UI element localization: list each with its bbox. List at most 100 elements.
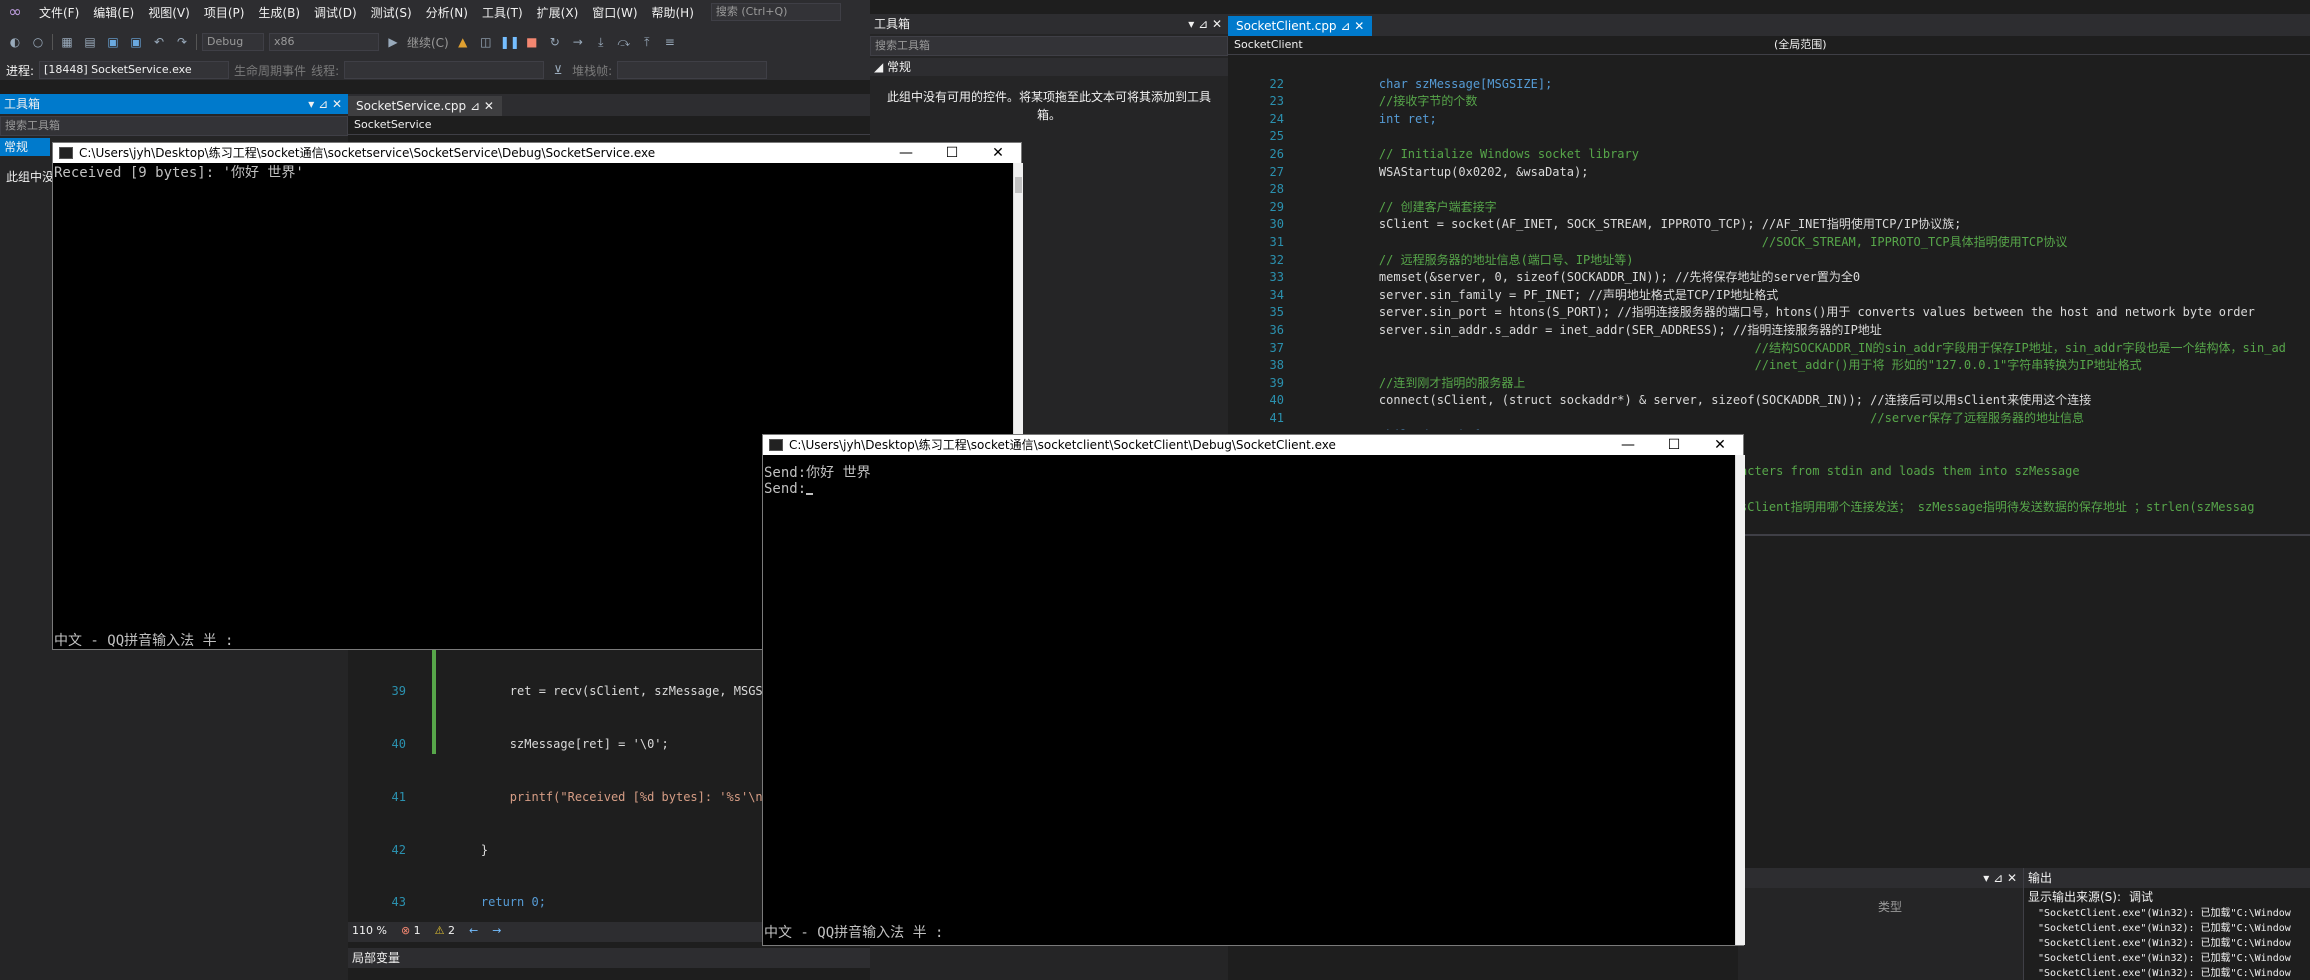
menu-debug[interactable]: 调试(D) <box>307 4 364 21</box>
client-code-area[interactable]: 22 char szMessage[MSGSIZE]; 23 //接收字节的个数 2… <box>1228 58 2310 430</box>
menu-window[interactable]: 窗口(W) <box>585 4 644 21</box>
undo-icon[interactable]: ↶ <box>150 34 168 50</box>
right-toolbox-group[interactable]: ◢ 常规 <box>870 58 1228 76</box>
warning-count[interactable]: ⚠ 2 <box>435 922 455 942</box>
menu-build[interactable]: 生成(B) <box>251 4 307 21</box>
tab-socketservice-cpp[interactable]: SocketService.cpp ⊿ ✕ <box>348 96 502 116</box>
menu-file[interactable]: 文件(F) <box>32 4 86 21</box>
server-console-titlebar[interactable]: C:\Users\jyh\Desktop\练习工程\socket通信\socke… <box>53 143 1021 163</box>
minimize-icon[interactable]: — <box>883 143 929 163</box>
stack-frame-select[interactable] <box>617 61 768 79</box>
menu-tools[interactable]: 工具(T) <box>475 4 530 21</box>
menu-test[interactable]: 测试(S) <box>364 4 419 21</box>
step-out-icon[interactable]: ⤒ <box>638 34 656 50</box>
line-number: 39 <box>1269 375 1284 390</box>
save-icon[interactable]: ▣ <box>104 34 122 50</box>
menu-project[interactable]: 项目(P) <box>197 4 252 21</box>
hex-display-icon[interactable]: ≡ <box>661 34 679 50</box>
nav-back-icon[interactable]: ← <box>469 922 478 942</box>
error-list-controls[interactable]: ▾ ⊿ ✕ <box>1738 868 2023 888</box>
output-panel-title[interactable]: 输出 <box>2024 868 2310 888</box>
screenshot-icon[interactable]: ◫ <box>477 34 495 50</box>
output-source-row: 显示输出来源(S): 调试 <box>2024 888 2310 906</box>
close-tab-icon[interactable]: ⊿ ✕ <box>1340 19 1364 33</box>
maximize-icon[interactable]: ☐ <box>1651 435 1697 455</box>
server-nav-scope[interactable]: SocketService <box>348 116 870 135</box>
right-toolbox-search[interactable]: 搜索工具箱 <box>870 36 1228 56</box>
pause-icon[interactable]: ❚❚ <box>500 34 520 50</box>
stop-icon[interactable]: ■ <box>523 34 541 50</box>
client-console-scrollbar[interactable] <box>1735 455 1745 945</box>
scrollbar-thumb[interactable] <box>1015 177 1022 193</box>
code-text: WSAStartup(0x0202, &wsaData); <box>1350 164 1589 179</box>
close-tab-icon[interactable]: ⊿ ✕ <box>470 99 494 113</box>
right-toolbox-empty-text: 此组中没有可用的控件。将某项拖至此文本可将其添加到工具箱。 <box>886 90 1211 122</box>
menu-analyze[interactable]: 分析(N) <box>419 4 475 21</box>
menu-help[interactable]: 帮助(H) <box>645 4 701 21</box>
zoom-level[interactable]: 110 % <box>352 922 387 942</box>
back-icon[interactable]: ◐ <box>6 34 24 50</box>
line-number: 42 <box>391 842 406 857</box>
editor-divider <box>1738 534 2310 536</box>
code-fragment-1: acters from stdin and loads them into sz… <box>1740 464 2080 478</box>
nav-forward-icon[interactable]: → <box>492 922 501 942</box>
line-number: 40 <box>391 736 406 751</box>
locals-panel-title[interactable]: 局部变量 <box>348 948 870 968</box>
code-line: 37 //结构SOCKADDR_IN的sin_addr字段用于保存IP地址，si… <box>1228 340 2310 358</box>
platform-select[interactable]: x86 <box>269 33 379 51</box>
code-line: 36 server.sin_addr.s_addr = inet_addr(SE… <box>1228 322 2310 340</box>
thread-select[interactable] <box>344 61 545 79</box>
client-console-prompt[interactable]: Send: <box>763 481 814 497</box>
client-console-titlebar[interactable]: C:\Users\jyh\Desktop\练习工程\socket通信\socke… <box>763 435 1743 455</box>
code-line: 39 //连到刚才指明的服务器上 <box>1228 375 2310 393</box>
open-file-icon[interactable]: ▤ <box>81 34 99 50</box>
error-icon: ⊗ <box>400 924 411 937</box>
redo-icon[interactable]: ↷ <box>173 34 191 50</box>
output-source-select[interactable]: 调试 <box>2129 888 2153 906</box>
panel-pin-icon[interactable]: ▾ ⊿ ✕ <box>308 94 348 114</box>
line-number: 40 <box>1269 393 1284 408</box>
code-line: 41 //server保存了远程服务器的地址信息 <box>1228 410 2310 428</box>
continue-button[interactable]: 继续(C) <box>407 34 449 51</box>
tab-socketclient-cpp[interactable]: SocketClient.cpp ⊿ ✕ <box>1228 16 1373 36</box>
type-column-header[interactable]: 类型 <box>1738 888 2023 915</box>
line-number: 22 <box>1269 76 1284 91</box>
menu-extensions[interactable]: 扩展(X) <box>530 4 586 21</box>
close-icon[interactable]: ✕ <box>1697 435 1743 455</box>
standard-toolbar: ◐ ○ ▦ ▤ ▣ ▣ ↶ ↷ Debug x86 ▶ 继续(C) ▲ ◫ ❚❚… <box>0 24 870 60</box>
warning-count-value: 2 <box>448 924 456 937</box>
code-text: // 创建客户端套接字 <box>1350 199 1497 214</box>
panel-close-icon[interactable]: ▾ ⊿ ✕ <box>1188 14 1228 34</box>
left-toolbox-group[interactable]: 常规 <box>0 138 50 156</box>
filter-icon[interactable]: ⊻ <box>549 62 567 78</box>
step-over-icon[interactable]: ⤼ <box>615 34 633 50</box>
step-into-icon[interactable]: ⤓ <box>592 34 610 50</box>
show-next-statement-icon[interactable]: → <box>569 34 587 50</box>
quick-search-input[interactable]: 搜索 (Ctrl+Q) <box>710 3 841 21</box>
left-toolbox-search[interactable]: 搜索工具箱 <box>0 116 348 136</box>
menu-view[interactable]: 视图(V) <box>141 4 197 21</box>
save-all-icon[interactable]: ▣ <box>127 34 145 50</box>
hot-reload-icon[interactable]: ▲ <box>454 34 472 50</box>
new-project-icon[interactable]: ▦ <box>58 34 76 50</box>
menu-edit[interactable]: 编辑(E) <box>86 4 141 21</box>
line-number: 26 <box>1269 146 1284 161</box>
close-icon[interactable]: ✕ <box>975 143 1021 163</box>
process-select[interactable]: [18448] SocketService.exe <box>39 61 230 79</box>
client-console-line-2: Send: <box>764 481 807 497</box>
forward-icon[interactable]: ○ <box>29 34 47 50</box>
code-fragment-2: sClient指明用哪个连接发送； szMessage指明待发送数据的保存地址 … <box>1740 500 2255 514</box>
error-count[interactable]: ⊗ 1 <box>401 922 421 942</box>
code-text: } <box>452 842 489 857</box>
line-number: 41 <box>391 789 406 804</box>
code-line: 24 int ret; <box>1228 111 2310 129</box>
maximize-icon[interactable]: ☐ <box>929 143 975 163</box>
configuration-select[interactable]: Debug <box>202 33 264 51</box>
restart-icon[interactable]: ↻ <box>546 34 564 50</box>
lifecycle-events-button[interactable]: 生命周期事件 <box>234 62 306 79</box>
client-nav-scope[interactable]: SocketClient <box>1234 36 1774 54</box>
minimize-icon[interactable]: — <box>1605 435 1651 455</box>
client-nav-member[interactable]: (全局范围) <box>1774 36 1827 54</box>
continue-icon[interactable]: ▶ <box>384 34 402 50</box>
